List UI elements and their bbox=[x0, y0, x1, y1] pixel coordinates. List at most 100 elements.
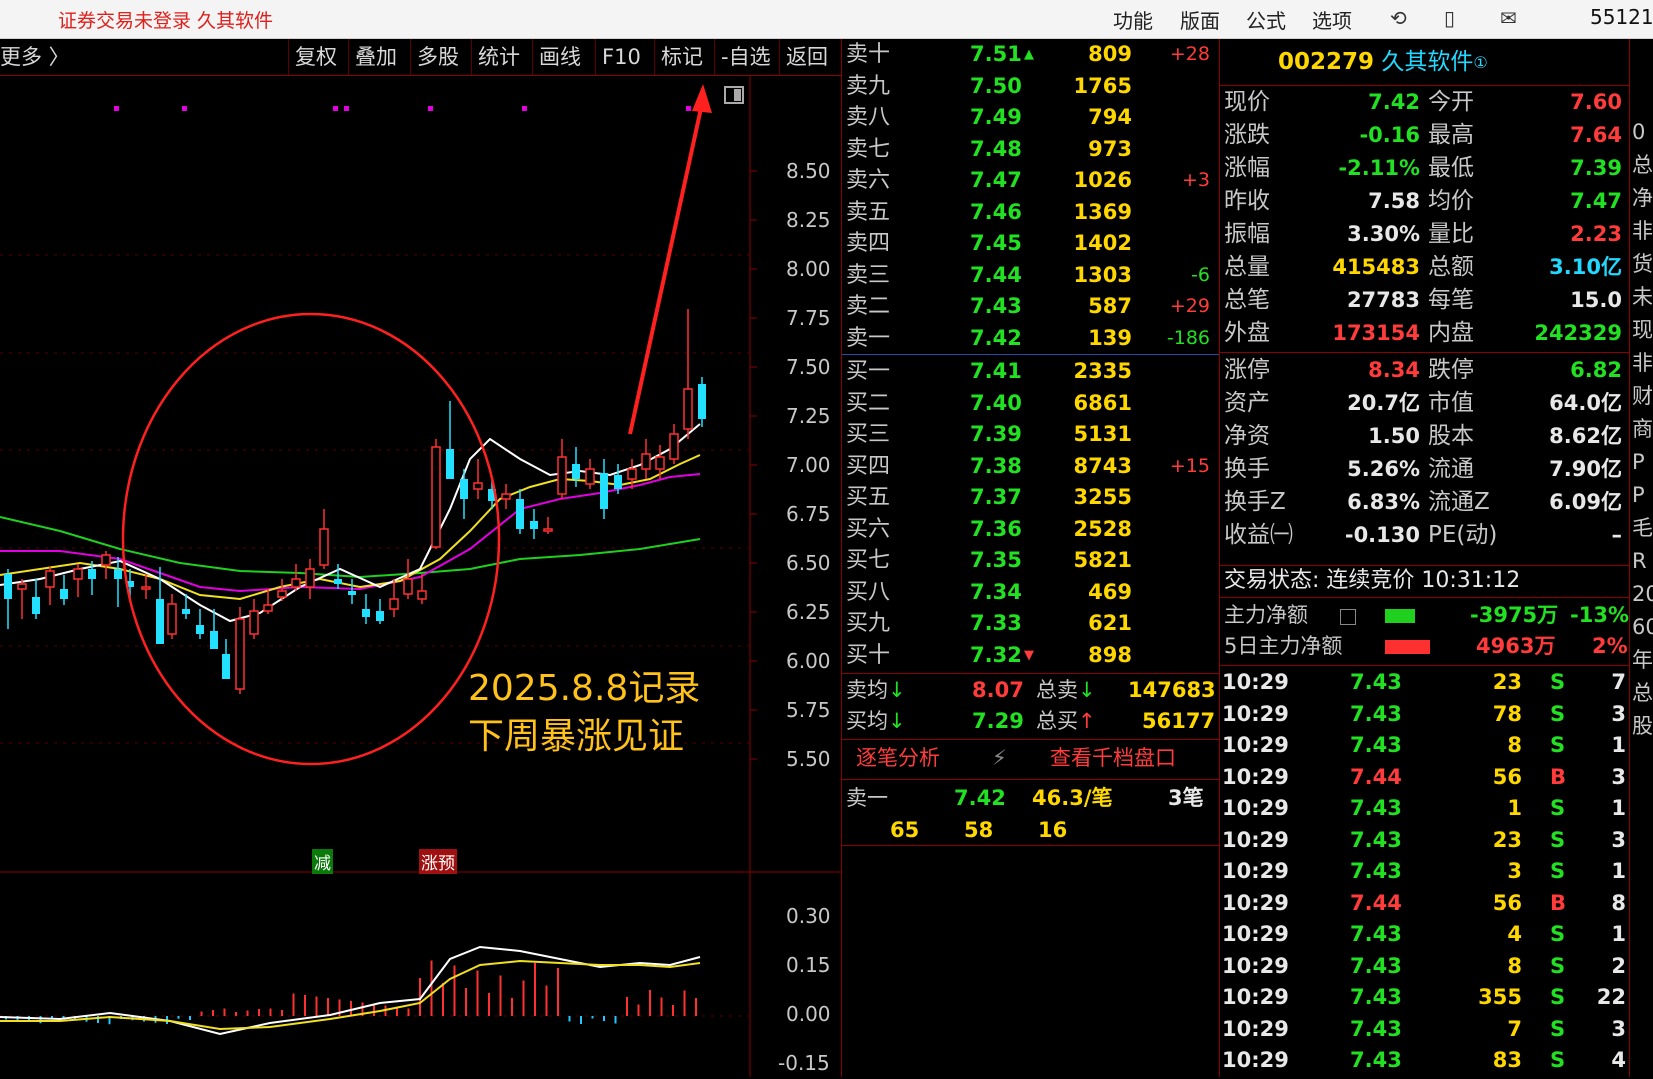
kline-chart-area[interactable]: 更多 〉 复权 叠加 多股 统计 画线 F10 标记 -自选 返回 8.50 8… bbox=[0, 39, 841, 1077]
quote-value: -0.16 bbox=[1359, 123, 1420, 147]
tick-analysis-link[interactable]: 逐笔分析 bbox=[856, 743, 940, 774]
tick-side: S bbox=[1550, 985, 1566, 1009]
quote-value: 2.23 bbox=[1570, 222, 1622, 246]
quote-label: 资产 bbox=[1224, 390, 1270, 416]
candle-body bbox=[473, 482, 483, 490]
stock-badge: ① bbox=[1473, 53, 1488, 72]
edge-text: 股 bbox=[1632, 714, 1653, 738]
quote-label: 均价 bbox=[1428, 188, 1474, 214]
menu-layout[interactable]: 版面 bbox=[1180, 5, 1220, 34]
order-level-label: 买四 bbox=[846, 453, 891, 479]
order-level-change bbox=[1138, 545, 1210, 576]
main-net: -3975万 bbox=[1470, 603, 1559, 627]
tick-count: 8 bbox=[1611, 890, 1626, 915]
tick-time: 10:29 bbox=[1222, 859, 1289, 883]
order-level-price: 7.37 bbox=[970, 485, 1022, 509]
tick-side: S bbox=[1550, 953, 1566, 978]
tick-count: 3 bbox=[1611, 764, 1626, 789]
first-sell-price: 7.42 bbox=[954, 786, 1006, 810]
quote-value: 415483 bbox=[1332, 255, 1420, 279]
marker-reduce[interactable]: 减 bbox=[312, 849, 333, 874]
candle-body bbox=[600, 473, 608, 509]
axis-label: 5.50 bbox=[786, 747, 831, 771]
tick-price: 7.43 bbox=[1350, 701, 1402, 726]
tick-volume: 8 bbox=[1507, 953, 1522, 978]
order-level-price: 7.50 bbox=[970, 73, 1022, 98]
order-level-price: 7.36 bbox=[970, 516, 1022, 541]
tick-side: S bbox=[1550, 859, 1566, 883]
tick-count: 1 bbox=[1611, 859, 1626, 883]
order-level-volume: 2528 bbox=[1073, 516, 1132, 541]
quote-value: 20.7亿 bbox=[1347, 391, 1420, 415]
titlebar-number: 55121 bbox=[1590, 5, 1653, 29]
quote-label: 涨幅 bbox=[1224, 155, 1270, 181]
order-level-volume: 3255 bbox=[1073, 485, 1132, 509]
candle-body bbox=[627, 468, 637, 480]
candle-body bbox=[210, 631, 218, 649]
app-title: 证券交易未登录 久其软件 bbox=[58, 10, 274, 32]
info-icon[interactable] bbox=[1340, 609, 1356, 625]
menu-formula[interactable]: 公式 bbox=[1246, 5, 1286, 34]
edge-text: 现 bbox=[1632, 318, 1653, 342]
tick-volume: 56 bbox=[1492, 764, 1522, 789]
order-level-label: 卖六 bbox=[846, 168, 891, 193]
candle-body bbox=[319, 528, 329, 566]
order-level-change: +28 bbox=[1169, 43, 1210, 65]
candlesticks bbox=[4, 309, 706, 694]
avg-sell: 8.07 bbox=[972, 678, 1024, 702]
order-level-price: 7.49 bbox=[970, 105, 1022, 129]
order-level-change: +29 bbox=[1169, 295, 1210, 317]
tick-side: S bbox=[1550, 701, 1566, 726]
marker-forecast[interactable]: 涨预 bbox=[419, 849, 457, 874]
quote-label: 每笔 bbox=[1428, 287, 1474, 313]
candle-body bbox=[641, 453, 651, 470]
candle-body bbox=[305, 568, 315, 588]
order-level-price: 7.41 bbox=[970, 359, 1022, 383]
quote-label: 昨收 bbox=[1224, 188, 1270, 214]
refresh-icon[interactable]: ⟲ bbox=[1390, 6, 1407, 30]
order-level-price: 7.47 bbox=[970, 168, 1022, 192]
candle-body bbox=[348, 591, 356, 595]
tick-count: 3 bbox=[1611, 701, 1626, 726]
edge-text: 商 bbox=[1632, 417, 1653, 441]
order-level-volume: 1026 bbox=[1073, 168, 1132, 192]
quote-label: 换手Z bbox=[1224, 489, 1286, 515]
order-level-volume: 809 bbox=[1088, 42, 1132, 66]
order-level-volume: 587 bbox=[1088, 294, 1132, 318]
quote-label: 现价 bbox=[1224, 89, 1270, 115]
menu-function[interactable]: 功能 bbox=[1113, 5, 1153, 34]
order-level-label: 卖八 bbox=[846, 105, 891, 130]
tick-count: 2 bbox=[1611, 953, 1626, 978]
order-level-label: 卖九 bbox=[846, 73, 891, 99]
candle-body bbox=[73, 568, 83, 580]
order-level-price: 7.32 bbox=[970, 642, 1022, 667]
tick-price: 7.43 bbox=[1350, 1048, 1402, 1072]
order-level-volume: 794 bbox=[1088, 105, 1132, 129]
axis-label: 7.50 bbox=[786, 355, 831, 379]
candle-body bbox=[235, 618, 245, 690]
tick-price: 7.43 bbox=[1350, 733, 1402, 757]
view-depth-link[interactable]: 查看千档盘口 bbox=[1050, 743, 1176, 774]
main5: 4963万 bbox=[1476, 634, 1556, 658]
menu-options[interactable]: 选项 bbox=[1312, 5, 1352, 34]
candle-body bbox=[362, 609, 370, 617]
lightning-icon[interactable]: ⚡ bbox=[992, 743, 1007, 774]
order-level-change bbox=[1138, 608, 1210, 639]
queue-item: 58 bbox=[964, 818, 994, 842]
quote-label: 市值 bbox=[1428, 390, 1474, 416]
tick-time: 10:29 bbox=[1222, 701, 1289, 726]
axis-label: 6.75 bbox=[786, 502, 831, 526]
tick-price: 7.43 bbox=[1350, 827, 1402, 852]
order-book: 卖十 7.51 ▲ 809 +28 卖九 7.50 1765 卖八 7.49 794 卖七 7.48 97… bbox=[841, 39, 1220, 1077]
order-level-label: 卖四 bbox=[846, 231, 891, 256]
trade-count: 3笔 bbox=[1168, 786, 1204, 810]
order-level-change bbox=[1138, 419, 1210, 450]
mail-icon[interactable]: ✉ bbox=[1500, 6, 1517, 30]
edge-text: 年 bbox=[1632, 648, 1653, 672]
axis-label: 0.00 bbox=[786, 1002, 831, 1026]
phone-icon[interactable]: ▯ bbox=[1444, 6, 1455, 30]
quote-label: 涨停 bbox=[1224, 357, 1270, 383]
quote-value: 6.09亿 bbox=[1549, 490, 1622, 514]
tick-time: 10:29 bbox=[1222, 953, 1289, 978]
main-net-label: 主力净额 bbox=[1224, 603, 1308, 627]
